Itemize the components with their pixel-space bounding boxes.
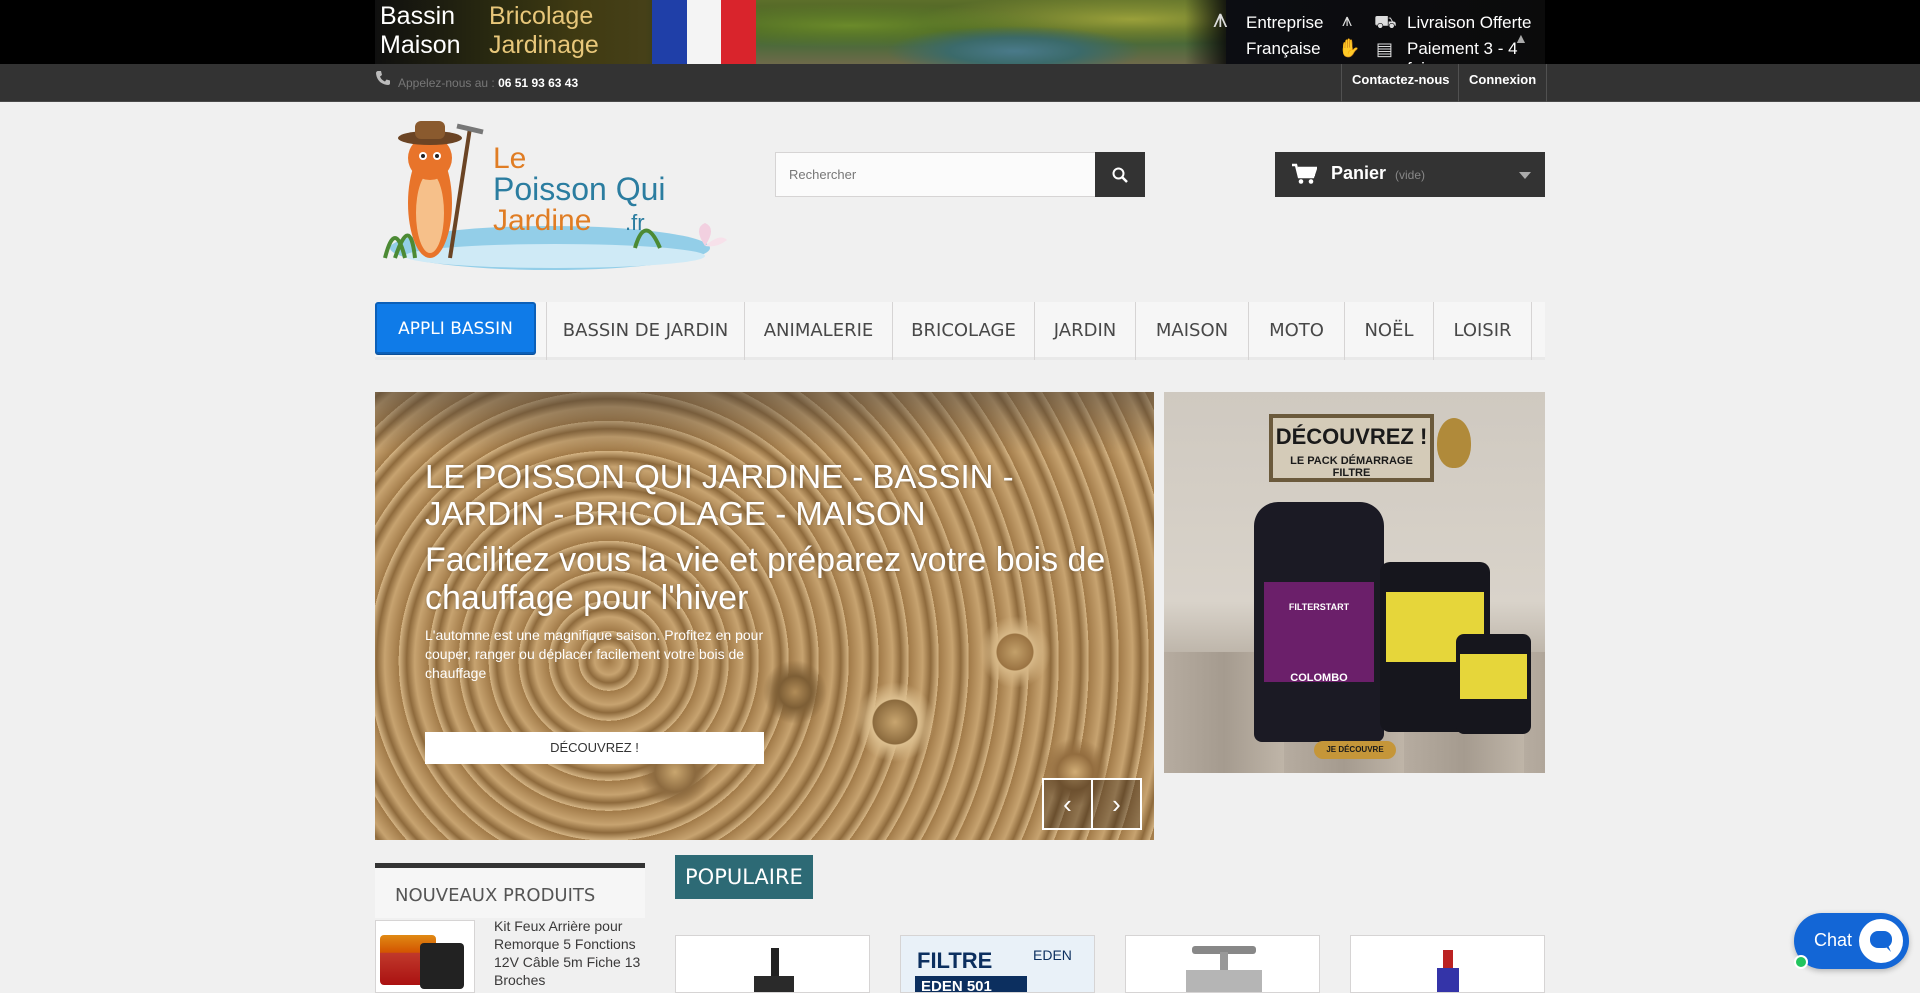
delivery-truck-icon: ⛟: [1374, 12, 1397, 32]
cart-state: (vide): [1395, 168, 1426, 182]
slider-next-button[interactable]: ›: [1091, 778, 1142, 830]
call-prefix: Appelez-nous au :: [398, 76, 495, 90]
phone-number[interactable]: 06 51 93 63 43: [498, 76, 578, 90]
fish-mascot: [1437, 418, 1471, 468]
flag-red: [721, 0, 757, 64]
product-image-4: [1437, 950, 1459, 992]
eiffel-tower-icon: ⩚: [1213, 3, 1228, 33]
new-product-name[interactable]: Kit Feux Arrière pour Remorque 5 Fonctio…: [494, 917, 644, 989]
banner-word-bassin: Bassin: [380, 2, 456, 30]
cart-label: Panier: [1331, 163, 1387, 183]
product-card-2[interactable]: FILTRE EDEN 501 EDEN: [900, 935, 1095, 993]
card2-text-filtre: FILTRE: [917, 948, 992, 973]
jug-text: FILTERSTART: [1288, 602, 1350, 612]
feature-francaise: Française: [1246, 39, 1321, 58]
filterstart-jug: FILTERSTART COLOMBO: [1254, 502, 1384, 742]
scroll-up-icon[interactable]: ▲: [1514, 28, 1528, 48]
product-image-3: [1186, 946, 1262, 992]
search-button[interactable]: [1095, 152, 1145, 197]
jug-brand: COLOMBO: [1290, 672, 1348, 684]
tail-light-cable: [420, 943, 464, 989]
logo-text-fr: .fr: [625, 210, 645, 235]
sign-subtitle: LE PACK DÉMARRAGE FILTRE: [1290, 455, 1413, 479]
product-card-4[interactable]: [1350, 935, 1545, 993]
home-slider[interactable]: LE POISSON QUI JARDINE - BASSIN - JARDIN…: [375, 392, 1154, 840]
card2-brand: EDEN: [1033, 947, 1072, 963]
menu-item-jardin[interactable]: JARDIN: [1035, 302, 1136, 360]
logo-text-jardine: Jardine: [493, 204, 591, 237]
menu-item-loisir[interactable]: LOISIR: [1434, 302, 1532, 360]
menu-item-moto[interactable]: MOTO: [1249, 302, 1345, 360]
product-card-1[interactable]: [675, 935, 870, 993]
sign-title: DÉCOUVREZ !: [1275, 424, 1428, 449]
feature-entreprise: Entreprise: [1246, 13, 1324, 32]
slide-title: LE POISSON QUI JARDINE - BASSIN - JARDIN…: [425, 458, 1014, 532]
flag-white: [686, 0, 722, 64]
slider-sky: [375, 392, 1154, 452]
new-products-block: NOUVEAUX PRODUITS: [375, 863, 645, 918]
site-logo[interactable]: Le Poisson Qui Jardine .fr: [375, 118, 747, 278]
banner-word-bricolage: Bricolage: [489, 2, 594, 30]
top-banner[interactable]: Bassin Maison Bricolage Jardinage ⩚ Entr…: [375, 0, 1545, 64]
menu-item-animalerie[interactable]: ANIMALERIE: [745, 302, 893, 360]
card2-text-model: EDEN 501: [921, 978, 992, 993]
login-link[interactable]: Connexion: [1458, 64, 1548, 102]
chevron-down-icon: [1519, 172, 1531, 179]
search-icon: [1112, 167, 1128, 183]
menu-item-maison[interactable]: MAISON: [1136, 302, 1249, 360]
chat-label: Chat: [1814, 930, 1853, 950]
top-navbar: [0, 64, 1920, 102]
slide-discover-button[interactable]: DÉCOUVREZ !: [425, 732, 764, 764]
discover-sign: DÉCOUVREZ ! LE PACK DÉMARRAGE FILTRE: [1269, 414, 1434, 482]
product-tub-small: [1456, 634, 1531, 734]
banner-word-jardinage: Jardinage: [489, 31, 599, 59]
banner-word-maison: Maison: [380, 31, 461, 59]
banner-discover-button[interactable]: JE DÉCOUVRE: [1314, 741, 1396, 759]
chat-bubble-icon: [1870, 931, 1892, 952]
jug-label: [1264, 582, 1374, 682]
handshake-icon: ✋: [1338, 38, 1361, 58]
cart-button[interactable]: Panier (vide): [1275, 152, 1545, 197]
product-card-3[interactable]: [1125, 935, 1320, 993]
menu-item-bricolage[interactable]: BRICOLAGE: [893, 302, 1035, 360]
phone-line: Appelez-nous au : 06 51 93 63 43: [398, 76, 578, 90]
phone-icon: [376, 71, 390, 85]
slide-text: L'automne est une magnifique saison. Pro…: [425, 627, 764, 681]
filter-pack-banner[interactable]: DÉCOUVREZ ! LE PACK DÉMARRAGE FILTRE FIL…: [1164, 392, 1545, 773]
popular-tab[interactable]: POPULAIRE: [675, 855, 813, 899]
flag-blue: [652, 0, 687, 64]
shopping-cart-icon: [1292, 163, 1317, 184]
french-flag: [652, 0, 757, 64]
slide-subtitle: Facilitez vous la vie et préparez votre …: [425, 541, 1106, 617]
eiffel-tower-small-icon: ⩚: [1342, 10, 1353, 30]
tub-small-label: [1460, 654, 1527, 699]
feature-livraison: Livraison Offerte: [1407, 13, 1532, 32]
garden-pond-image: [756, 0, 1226, 64]
menu-item-bassin-de-jardin[interactable]: BASSIN DE JARDIN: [546, 302, 745, 360]
contact-link[interactable]: Contactez-nous: [1341, 64, 1460, 102]
menu-item-noel[interactable]: NOËL: [1345, 302, 1434, 360]
menu-appli-bassin[interactable]: APPLI BASSIN: [375, 302, 536, 354]
product-image-1: [754, 948, 794, 992]
new-products-title[interactable]: NOUVEAUX PRODUITS: [395, 885, 595, 906]
product-thumbnail[interactable]: [375, 920, 475, 993]
payment-card-icon: ▤: [1376, 39, 1394, 59]
logo-text-poisson: Poisson Qui: [493, 171, 666, 207]
chat-button[interactable]: Chat: [1794, 913, 1909, 969]
product-image-2: FILTRE EDEN 501 EDEN: [901, 936, 1094, 993]
online-status-dot: [1794, 955, 1808, 969]
slider-prev-button[interactable]: ‹: [1042, 778, 1093, 830]
search-input[interactable]: Rechercher: [775, 152, 1096, 197]
chat-bubble-icon-bg: [1859, 919, 1903, 963]
